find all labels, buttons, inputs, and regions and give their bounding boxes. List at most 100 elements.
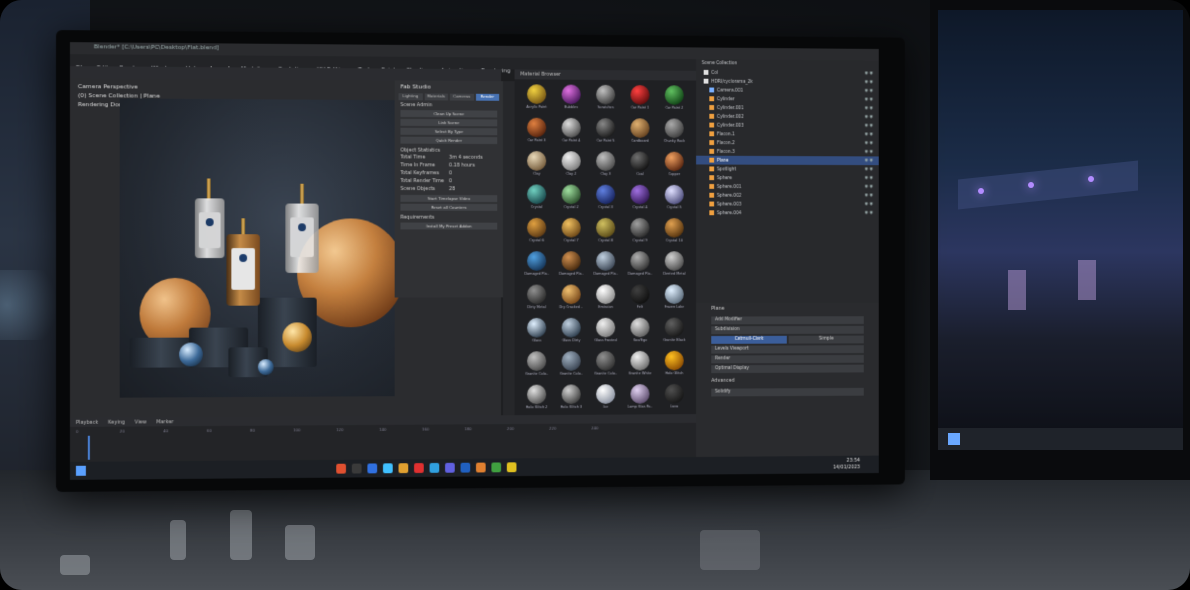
material-thumbnail[interactable]: Damaged Pla.. <box>522 251 551 279</box>
solidify-modifier[interactable]: Solidify <box>711 387 864 397</box>
tab-simple[interactable]: Simple <box>788 335 864 344</box>
timeline-menu[interactable]: Keying <box>108 420 125 426</box>
material-thumbnail[interactable]: Coal <box>626 151 655 179</box>
panel-button[interactable]: Clean Up Scene <box>400 110 498 118</box>
panel-button[interactable]: Install My Preset Addon <box>400 222 498 230</box>
taskbar-clock[interactable]: 23:54 14/01/2023 <box>833 458 860 472</box>
add-modifier-button[interactable]: Add Modifier <box>711 316 864 325</box>
outliner-item[interactable]: Sphere.004 ◉ ◉ <box>696 208 879 217</box>
taskbar-app-icon[interactable] <box>382 463 393 474</box>
material-thumbnail[interactable]: Granite Black <box>660 317 689 346</box>
panel-tab[interactable]: Lighting <box>398 93 423 101</box>
material-thumbnail[interactable]: Crystal 8 <box>591 217 620 246</box>
material-thumbnail[interactable]: Car Paint 1 <box>626 85 655 114</box>
material-thumbnail[interactable]: Car Paint 2 <box>660 85 689 113</box>
taskbar-app-icon[interactable] <box>429 462 440 473</box>
start-icon[interactable] <box>948 433 960 445</box>
visibility-eye-icon[interactable]: ◉ ◉ <box>864 97 873 102</box>
taskbar-app-icon[interactable] <box>475 462 486 473</box>
visibility-eye-icon[interactable]: ◉ ◉ <box>864 71 873 76</box>
panel-tab[interactable]: Cameras <box>449 93 474 101</box>
material-thumbnail[interactable]: Glass <box>522 317 551 347</box>
visibility-eye-icon[interactable]: ◉ ◉ <box>864 193 873 198</box>
timeline-menu[interactable]: Marker <box>156 419 173 425</box>
visibility-eye-icon[interactable]: ◉ ◉ <box>864 141 873 146</box>
taskbar-app-icon[interactable] <box>460 462 471 473</box>
panel-button[interactable]: Link Scene <box>400 118 498 127</box>
material-thumbnail[interactable]: Crystal 3 <box>591 184 620 213</box>
taskbar-app-icon[interactable] <box>336 463 346 474</box>
panel-button[interactable]: Quick Render <box>400 136 498 145</box>
material-thumbnail[interactable]: Damaged Pla.. <box>557 251 586 279</box>
material-thumbnail[interactable]: Cardboard <box>626 118 655 146</box>
playhead[interactable] <box>87 435 90 460</box>
material-thumbnail[interactable]: Copper <box>660 151 689 180</box>
material-thumbnail[interactable]: Lamp Glas Pa.. <box>626 384 655 412</box>
material-thumbnail[interactable]: Granite Colo.. <box>522 351 551 380</box>
timeline[interactable]: Playback Keying View Marker 0 20 40 60 80 100 120… <box>69 414 697 462</box>
render-levels-field[interactable]: Render <box>711 354 864 364</box>
visibility-eye-icon[interactable]: ◉ ◉ <box>864 115 873 120</box>
material-thumbnail[interactable]: Glass Frosted <box>591 317 620 346</box>
material-thumbnail[interactable]: Acrylic Paint <box>522 84 551 113</box>
material-thumbnail[interactable]: Dented Metal <box>660 251 689 279</box>
material-thumbnail[interactable]: Clay 2 <box>557 151 586 180</box>
material-thumbnail[interactable]: Felt <box>626 284 655 312</box>
material-thumbnail[interactable]: Holo Glitch 3 <box>557 384 586 413</box>
material-thumbnail[interactable]: Dry Cracked .. <box>557 284 586 313</box>
material-thumbnail[interactable]: Lava <box>660 383 689 412</box>
visibility-eye-icon[interactable]: ◉ ◉ <box>864 211 873 216</box>
visibility-eye-icon[interactable]: ◉ ◉ <box>864 123 873 128</box>
material-thumbnail[interactable]: Crystal 7 <box>557 217 586 246</box>
optimal-display-checkbox[interactable]: Optimal Display <box>711 364 864 374</box>
visibility-eye-icon[interactable]: ◉ ◉ <box>864 184 873 189</box>
visibility-eye-icon[interactable]: ◉ ◉ <box>864 80 873 85</box>
panel-button[interactable]: Select By Type <box>400 127 498 136</box>
material-thumbnail[interactable]: Clay <box>522 151 551 180</box>
visibility-eye-icon[interactable]: ◉ ◉ <box>864 132 873 137</box>
panel-button[interactable]: Reset all Counters <box>400 203 498 211</box>
tab-catmull-clark[interactable]: Catmull-Clark <box>711 335 787 344</box>
outliner-item[interactable]: Sphere.003 ◉ ◉ <box>696 200 879 209</box>
taskbar-app-icon[interactable] <box>351 463 362 474</box>
material-thumbnail[interactable]: Crystal 6 <box>522 217 551 246</box>
material-thumbnail[interactable]: Emission <box>591 284 620 312</box>
material-thumbnail[interactable]: Chunky Rock <box>660 118 689 146</box>
visibility-eye-icon[interactable]: ◉ ◉ <box>864 89 873 94</box>
visibility-eye-icon[interactable]: ◉ ◉ <box>864 176 873 181</box>
material-thumbnail[interactable]: Holo Glitch 2 <box>522 384 551 414</box>
material-thumbnail[interactable]: Crystal 9 <box>626 217 655 246</box>
panel-tab[interactable]: Render <box>475 93 500 101</box>
panel-tab[interactable]: Materials <box>424 93 448 101</box>
material-thumbnail[interactable]: Ice <box>591 384 620 413</box>
material-thumbnail[interactable]: Crystal 4 <box>626 184 655 213</box>
material-thumbnail[interactable]: Frozen Lake <box>660 284 689 312</box>
visibility-eye-icon[interactable]: ◉ ◉ <box>864 167 873 172</box>
advanced-section[interactable]: Advanced <box>696 374 879 387</box>
windows-start-icon[interactable] <box>75 465 86 476</box>
material-thumbnail[interactable]: Dirty Metal <box>522 284 551 314</box>
taskbar-app-icon[interactable] <box>491 462 502 473</box>
panel-button[interactable]: Start Timelapse Video <box>400 194 498 203</box>
taskbar-app-icon[interactable] <box>445 462 455 473</box>
material-thumbnail[interactable]: Holo Glitch <box>660 350 689 379</box>
taskbar-app-icon[interactable] <box>367 463 378 474</box>
material-thumbnail[interactable]: Damaged Pla.. <box>626 251 655 279</box>
outliner-item[interactable]: Sphere.002 ◉ ◉ <box>696 191 879 200</box>
material-thumbnail[interactable]: Glass Dirty <box>557 317 586 347</box>
material-thumbnail[interactable]: Goo/Ego <box>626 317 655 346</box>
visibility-eye-icon[interactable]: ◉ ◉ <box>864 150 873 155</box>
material-thumbnail[interactable]: Car Paint 3 <box>522 117 551 147</box>
material-thumbnail[interactable]: Car Paint 4 <box>557 117 586 147</box>
visibility-eye-icon[interactable]: ◉ ◉ <box>864 202 873 207</box>
material-thumbnail[interactable]: Scratches <box>591 84 620 114</box>
timeline-menu[interactable]: Playback <box>76 420 98 426</box>
taskbar-app-icon[interactable] <box>506 462 517 473</box>
material-thumbnail[interactable]: Car Paint 5 <box>591 118 620 147</box>
material-thumbnail[interactable]: Damaged Pla.. <box>591 251 620 279</box>
material-thumbnail[interactable]: Crystal 10 <box>660 218 689 246</box>
material-thumbnail[interactable]: Crystal 2 <box>557 184 586 213</box>
sidebar-tabs[interactable] <box>502 81 515 416</box>
material-thumbnail[interactable]: Bubbles <box>557 84 586 114</box>
levels-viewport-field[interactable]: Levels Viewport <box>711 345 864 354</box>
